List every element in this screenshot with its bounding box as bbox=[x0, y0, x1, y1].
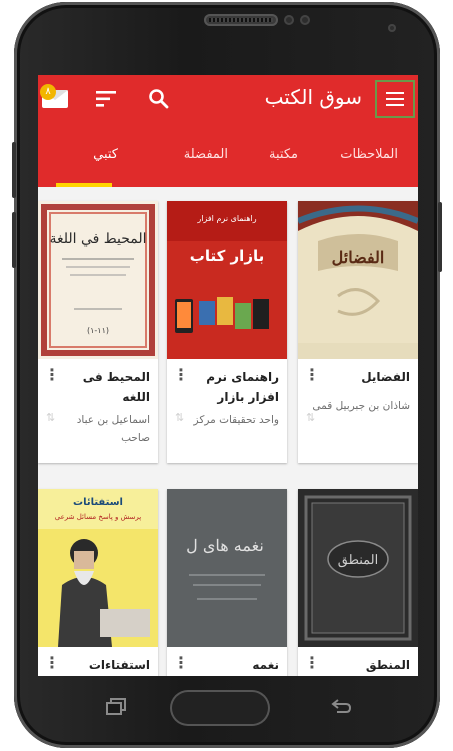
sensor-dot bbox=[300, 15, 310, 25]
book-card[interactable]: المحيط في اللغة (١١-١) المحيط فی اللغه ا… bbox=[38, 201, 158, 463]
cover-title: استفتائات bbox=[73, 497, 123, 508]
app-title: سوق الكتب bbox=[264, 85, 362, 109]
book-card[interactable]: الفضائل الفضايل شاذان بن جبربيل قمی ⋮ ⇅ bbox=[298, 201, 418, 463]
cover-title: بازار کتاب bbox=[190, 247, 264, 265]
more-vert-icon[interactable]: ⋮ bbox=[304, 655, 320, 671]
search-icon[interactable] bbox=[148, 88, 170, 110]
book-title: استفتاءات bbox=[88, 658, 150, 672]
book-title: راهنمای نرم افزار بازار bbox=[206, 370, 279, 404]
app-screen: ٨ سوق الكتب الملاحظات مكتبة المفضلة كتبي bbox=[38, 75, 418, 676]
book-cover[interactable]: الفضائل bbox=[298, 201, 418, 359]
cover-title: نغمه های ل bbox=[186, 536, 264, 555]
back-icon[interactable] bbox=[330, 698, 352, 716]
book-author: واحد تحقیقات مرکز bbox=[193, 414, 279, 426]
book-card[interactable]: راهنمای نرم افزار بازار کتاب راهنمای نرم… bbox=[167, 201, 287, 463]
cover-title: المنطق bbox=[338, 553, 379, 568]
sort-arrows-icon: ⇅ bbox=[46, 411, 56, 424]
book-cover[interactable]: راهنمای نرم افزار بازار کتاب bbox=[167, 201, 287, 359]
notification-badge: ٨ bbox=[40, 84, 56, 100]
more-vert-icon[interactable]: ⋮ bbox=[304, 367, 320, 383]
volume-button bbox=[12, 142, 16, 198]
more-vert-icon[interactable]: ⋮ bbox=[44, 367, 60, 383]
book-card[interactable]: نغمه های ل نغمه ⋮ bbox=[167, 489, 287, 676]
app-bar: ٨ سوق الكتب bbox=[38, 75, 418, 123]
tab-my-books[interactable]: كتبي bbox=[93, 147, 118, 162]
book-cover[interactable]: المحيط في اللغة (١١-١) bbox=[38, 201, 158, 359]
book-author: شاذان بن جبربيل قمی bbox=[312, 400, 410, 412]
more-vert-icon[interactable]: ⋮ bbox=[44, 655, 60, 671]
svg-text:(١١-١): (١١-١) bbox=[87, 326, 109, 335]
power-button bbox=[438, 202, 442, 272]
more-vert-icon[interactable]: ⋮ bbox=[173, 655, 189, 671]
tab-bar: الملاحظات مكتبة المفضلة كتبي bbox=[38, 123, 418, 187]
sort-arrows-icon: ⇅ bbox=[306, 411, 316, 424]
sort-icon[interactable] bbox=[96, 89, 118, 109]
book-grid: الفضائل الفضايل شاذان بن جبربيل قمی ⋮ ⇅ … bbox=[38, 187, 418, 676]
tab-library[interactable]: مكتبة bbox=[269, 147, 298, 162]
book-author: اسماعیل بن عباد صاحب bbox=[76, 414, 150, 444]
book-cover[interactable]: المنطق bbox=[298, 489, 418, 647]
tab-notes[interactable]: الملاحظات bbox=[340, 147, 398, 162]
front-camera bbox=[388, 24, 396, 32]
hamburger-icon[interactable] bbox=[375, 80, 415, 118]
book-card[interactable]: استفتائات پرسش و پاسخ مسائل شرعی استفتاء… bbox=[38, 489, 158, 676]
book-title: الفضايل bbox=[361, 370, 410, 384]
book-title: المحيط فی اللغه bbox=[82, 370, 150, 404]
speaker-grille bbox=[204, 14, 278, 26]
book-cover[interactable]: استفتائات پرسش و پاسخ مسائل شرعی bbox=[38, 489, 158, 647]
home-button[interactable] bbox=[170, 690, 270, 726]
book-title: نغمه bbox=[252, 658, 279, 672]
volume-button bbox=[12, 212, 16, 268]
book-cover[interactable]: نغمه های ل bbox=[167, 489, 287, 647]
more-vert-icon[interactable]: ⋮ bbox=[173, 367, 189, 383]
sensor-dot bbox=[284, 15, 294, 25]
svg-text:راهنمای نرم افزار: راهنمای نرم افزار bbox=[196, 214, 256, 223]
cover-title: المحيط في اللغة bbox=[49, 231, 146, 247]
sort-arrows-icon: ⇅ bbox=[175, 411, 185, 424]
recent-apps-icon[interactable] bbox=[106, 698, 128, 716]
svg-text:پرسش و پاسخ مسائل شرعی: پرسش و پاسخ مسائل شرعی bbox=[55, 513, 142, 521]
cover-title: الفضائل bbox=[332, 248, 385, 267]
tab-favorites[interactable]: المفضلة bbox=[184, 147, 228, 162]
book-card[interactable]: المنطق المنطق ⋮ bbox=[298, 489, 418, 676]
book-title: المنطق bbox=[365, 658, 410, 672]
